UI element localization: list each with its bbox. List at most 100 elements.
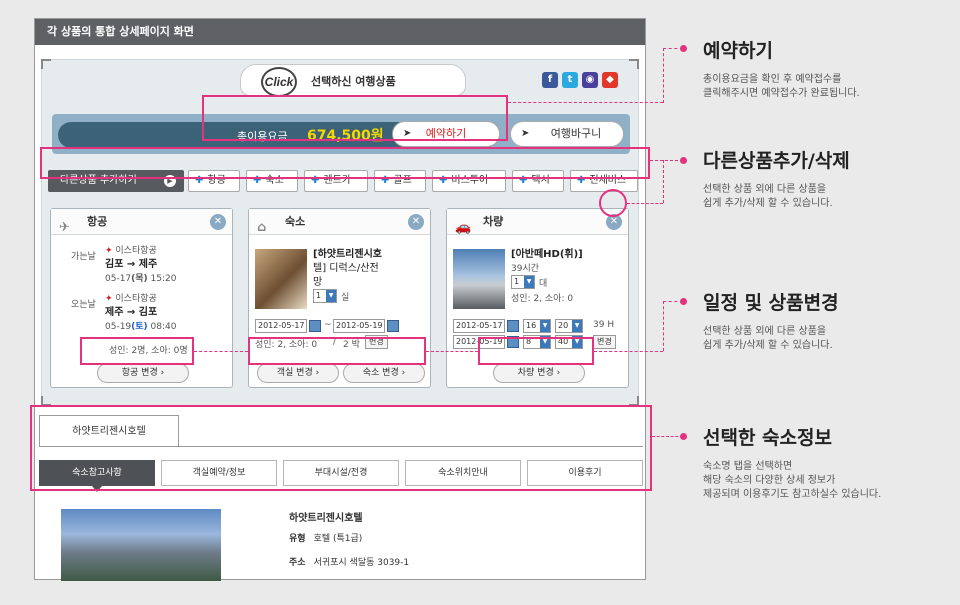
highlight-remove <box>599 189 627 217</box>
highlight-hotel-change <box>248 337 426 365</box>
annotation-dot <box>680 298 687 305</box>
room-count-select[interactable]: 1 ▼ <box>313 289 337 303</box>
annotation-dot <box>680 433 687 440</box>
car-name: [아반떼HD(휘)] <box>511 249 583 260</box>
car-photo <box>453 249 505 309</box>
checkin-date-field[interactable]: 2012-05-17 <box>255 319 307 333</box>
hotel-room-photo <box>255 249 307 309</box>
highlight-reserve <box>202 95 508 141</box>
pickup-minute: 20 <box>558 321 569 330</box>
annotation-dot <box>680 157 687 164</box>
hotel-exterior-photo <box>61 509 221 581</box>
outbound-label: 가는날 <box>71 252 96 262</box>
pickup-date: 2012-05-17 <box>456 321 503 330</box>
type-value: 호텔 (특1급) <box>313 534 363 544</box>
connector-line <box>426 351 478 352</box>
remove-flight-button[interactable]: ✕ <box>210 214 226 230</box>
travel-cart-button[interactable]: ➤ 여행바구니 <box>510 121 624 147</box>
connector-line <box>594 351 663 352</box>
car-change-button[interactable]: 차량 변경 › <box>493 363 585 383</box>
me2day-icon[interactable]: ◆ <box>602 72 618 88</box>
annotation-hotel-info: 선택한 숙소정보 숙소명 탭을 선택하면 해당 숙소의 다양한 상세 정보가 제공되… <box>703 423 881 502</box>
highlight-category <box>40 147 650 179</box>
click-logo: Click <box>261 67 297 97</box>
room-change-button[interactable]: 객실 변경 › <box>257 363 339 383</box>
connector-line <box>508 102 663 103</box>
annotation-line: 쉽게 추가/삭제 할 수 있습니다. <box>703 198 833 209</box>
annotation-desc: 총이용요금을 확인 후 예약접수를 클릭해주시면 예약접수가 완료됩니다. <box>703 73 860 101</box>
chevron-down-icon: ▼ <box>524 276 534 288</box>
outbound-datetime: 05-17(목) 15:20 <box>105 271 176 284</box>
annotation-line: 선택한 상품 외에 다른 상품을 <box>703 184 827 195</box>
cart-label: 여행바구니 <box>550 127 602 140</box>
facebook-icon[interactable]: f <box>542 72 558 88</box>
outbound-day: (목) <box>131 274 148 284</box>
airplane-icon: ✈ <box>59 220 70 235</box>
annotation-desc: 숙소명 탭을 선택하면 해당 숙소의 다양한 상세 정보가 제공되며 이용후기도 참… <box>703 460 881 502</box>
annotation-dot <box>680 45 687 52</box>
calendar-icon[interactable] <box>507 320 519 332</box>
pickup-date-field[interactable]: 2012-05-17 <box>453 319 505 333</box>
annotation-title: 예약하기 <box>703 40 773 62</box>
flight-card-header: ✈ 항공 ✕ <box>51 209 232 235</box>
connector-line <box>663 48 664 103</box>
pickup-hour-select[interactable]: 16 ▼ <box>523 319 551 333</box>
car-unit: 대 <box>539 279 548 289</box>
calendar-icon[interactable] <box>387 320 399 332</box>
car-date-change-button[interactable]: 변경 <box>593 335 616 349</box>
date-tilde: ~ <box>324 320 332 330</box>
annotation-title: 일정 및 상품변경 <box>703 292 839 314</box>
return-date: 05-19 <box>105 322 132 332</box>
car-total-hours: 39 H <box>593 320 615 330</box>
chat-icon[interactable]: ◉ <box>582 72 598 88</box>
calendar-icon[interactable] <box>309 320 321 332</box>
panel-title: 선택하신 여행상품 <box>311 75 396 88</box>
change-label: 변경 <box>597 337 612 346</box>
address-value: 서귀포시 색달동 3039-1 <box>313 558 410 568</box>
car-icon: 🚗 <box>455 220 472 235</box>
car-passengers: 성인: 2, 소아: 0 <box>511 294 574 304</box>
car-count-select[interactable]: 1 ▼ <box>511 275 535 289</box>
return-datetime: 05-19(토) 08:40 <box>105 319 176 332</box>
flight-change-label: 항공 변경 <box>121 368 158 378</box>
highlight-flight-change <box>80 337 194 365</box>
type-label: 유형 <box>289 534 306 544</box>
chevron-down-icon: ▼ <box>572 320 582 332</box>
highlight-hotel-info <box>30 405 652 491</box>
hotel-name-line: 텔] 디럭스/산전 <box>313 263 379 274</box>
annotation-add-remove: 다른상품추가/삭제 선택한 상품 외에 다른 상품을 쉽게 추가/삭제 할 수 있… <box>703 146 850 211</box>
annotation-line: 해당 숙소의 다양한 상세 정보가 <box>703 475 836 486</box>
flight-card-title: 항공 <box>87 215 108 228</box>
chevron-down-icon: ▼ <box>326 290 336 302</box>
annotation-line: 숙소명 탭을 선택하면 <box>703 461 793 472</box>
annotation-reserve: 예약하기 총이용요금을 확인 후 예약접수를 클릭해주시면 예약접수가 완료됩니다… <box>703 36 860 101</box>
checkout-date-field[interactable]: 2012-05-19 <box>333 319 385 333</box>
hotel-address-row: 주소 서귀포시 색달동 3039-1 <box>289 555 409 568</box>
car-count-value: 1 <box>514 277 520 286</box>
room-count-value: 1 <box>316 291 322 300</box>
outbound-date: 05-17 <box>105 274 132 284</box>
room-unit: 실 <box>341 293 350 303</box>
flight-change-button[interactable]: 항공 변경 › <box>97 363 189 383</box>
hotel-change-label: 숙소 변경 <box>362 368 399 378</box>
annotation-line: 클릭해주시면 예약접수가 완료됩니다. <box>703 88 860 99</box>
car-change-label: 차량 변경 <box>517 368 554 378</box>
hotel-card-header: ⌂ 숙소 ✕ <box>249 209 430 235</box>
car-card-header: 🚗 차량 ✕ <box>447 209 628 235</box>
pickup-minute-select[interactable]: 20 ▼ <box>555 319 583 333</box>
connector-line <box>650 160 683 161</box>
twitter-icon[interactable]: t <box>562 72 578 88</box>
remove-hotel-button[interactable]: ✕ <box>408 214 424 230</box>
hotel-card-title: 숙소 <box>285 215 306 228</box>
pickup-hour: 16 <box>526 321 537 330</box>
return-label: 오는날 <box>71 300 96 310</box>
connector-line <box>652 436 683 437</box>
hotel-name-line: [하얏트리젠시호 <box>313 249 382 260</box>
checkin-date: 2012-05-17 <box>258 321 305 330</box>
frame-title: 각 상품의 통합 상세페이지 화면 <box>35 19 645 45</box>
corner-mark <box>41 59 51 69</box>
car-hours: 39시간 <box>511 264 540 274</box>
hotel-change-button[interactable]: 숙소 변경 › <box>343 363 425 383</box>
connector-line <box>627 203 663 204</box>
cursor-icon: ➤ <box>521 128 530 139</box>
